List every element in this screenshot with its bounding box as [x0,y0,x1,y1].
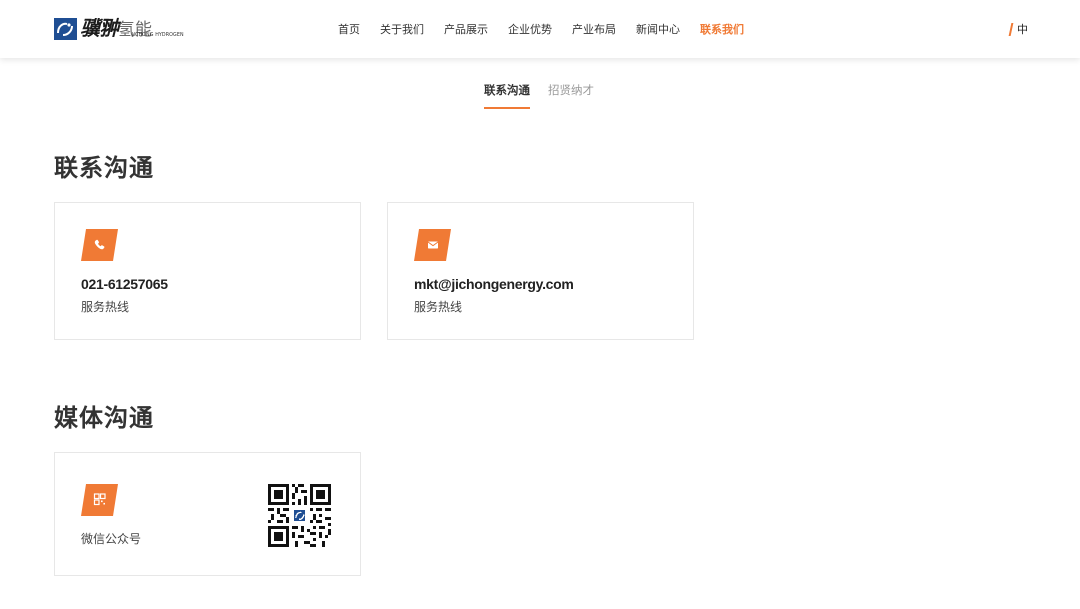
nav-item-news[interactable]: 新闻中心 [636,21,680,37]
nav-item-contact[interactable]: 联系我们 [700,21,744,37]
main-nav: 首页 关于我们 产品展示 企业优势 产业布局 新闻中心 联系我们 [328,0,754,58]
wechat-card: 微信公众号 [54,452,361,576]
phone-icon [81,229,118,261]
email-card: mkt@jichongenergy.com 服务热线 [387,202,694,340]
language-switch[interactable]: 中 [1008,21,1028,37]
wechat-qr-code [268,484,331,547]
language-label: 中 [1017,23,1028,36]
tab-contact[interactable]: 联系沟通 [484,82,530,109]
tab-recruitment[interactable]: 招贤纳才 [548,82,594,109]
phone-card: 021-61257065 服务热线 [54,202,361,340]
phone-number[interactable]: 021-61257065 [81,276,168,292]
contact-section-title: 联系沟通 [54,154,154,182]
logo-mark-icon [54,18,77,40]
nav-item-products[interactable]: 产品展示 [444,21,488,37]
wechat-label: 微信公众号 [81,532,142,546]
nav-item-home[interactable]: 首页 [338,21,360,37]
brand-name-en: JICHONG HYDROGEN [132,33,184,38]
site-header: 骥翀氢能 JICHONG HYDROGEN 首页 关于我们 产品展示 企业优势 … [0,0,1080,58]
brand-name: 骥翀 [80,16,119,40]
email-label: 服务热线 [414,300,463,314]
phone-label: 服务热线 [81,300,130,314]
nav-item-advantages[interactable]: 企业优势 [508,21,552,37]
nav-item-about[interactable]: 关于我们 [380,21,424,37]
logo[interactable]: 骥翀氢能 JICHONG HYDROGEN [54,16,184,42]
nav-item-layout[interactable]: 产业布局 [572,21,616,37]
mail-icon [414,229,451,261]
media-section-title: 媒体沟通 [54,404,154,432]
contact-subtabs: 联系沟通 招贤纳才 [484,82,612,109]
qrcode-icon [81,484,118,516]
lang-divider [1008,22,1014,36]
email-address[interactable]: mkt@jichongenergy.com [414,276,574,292]
